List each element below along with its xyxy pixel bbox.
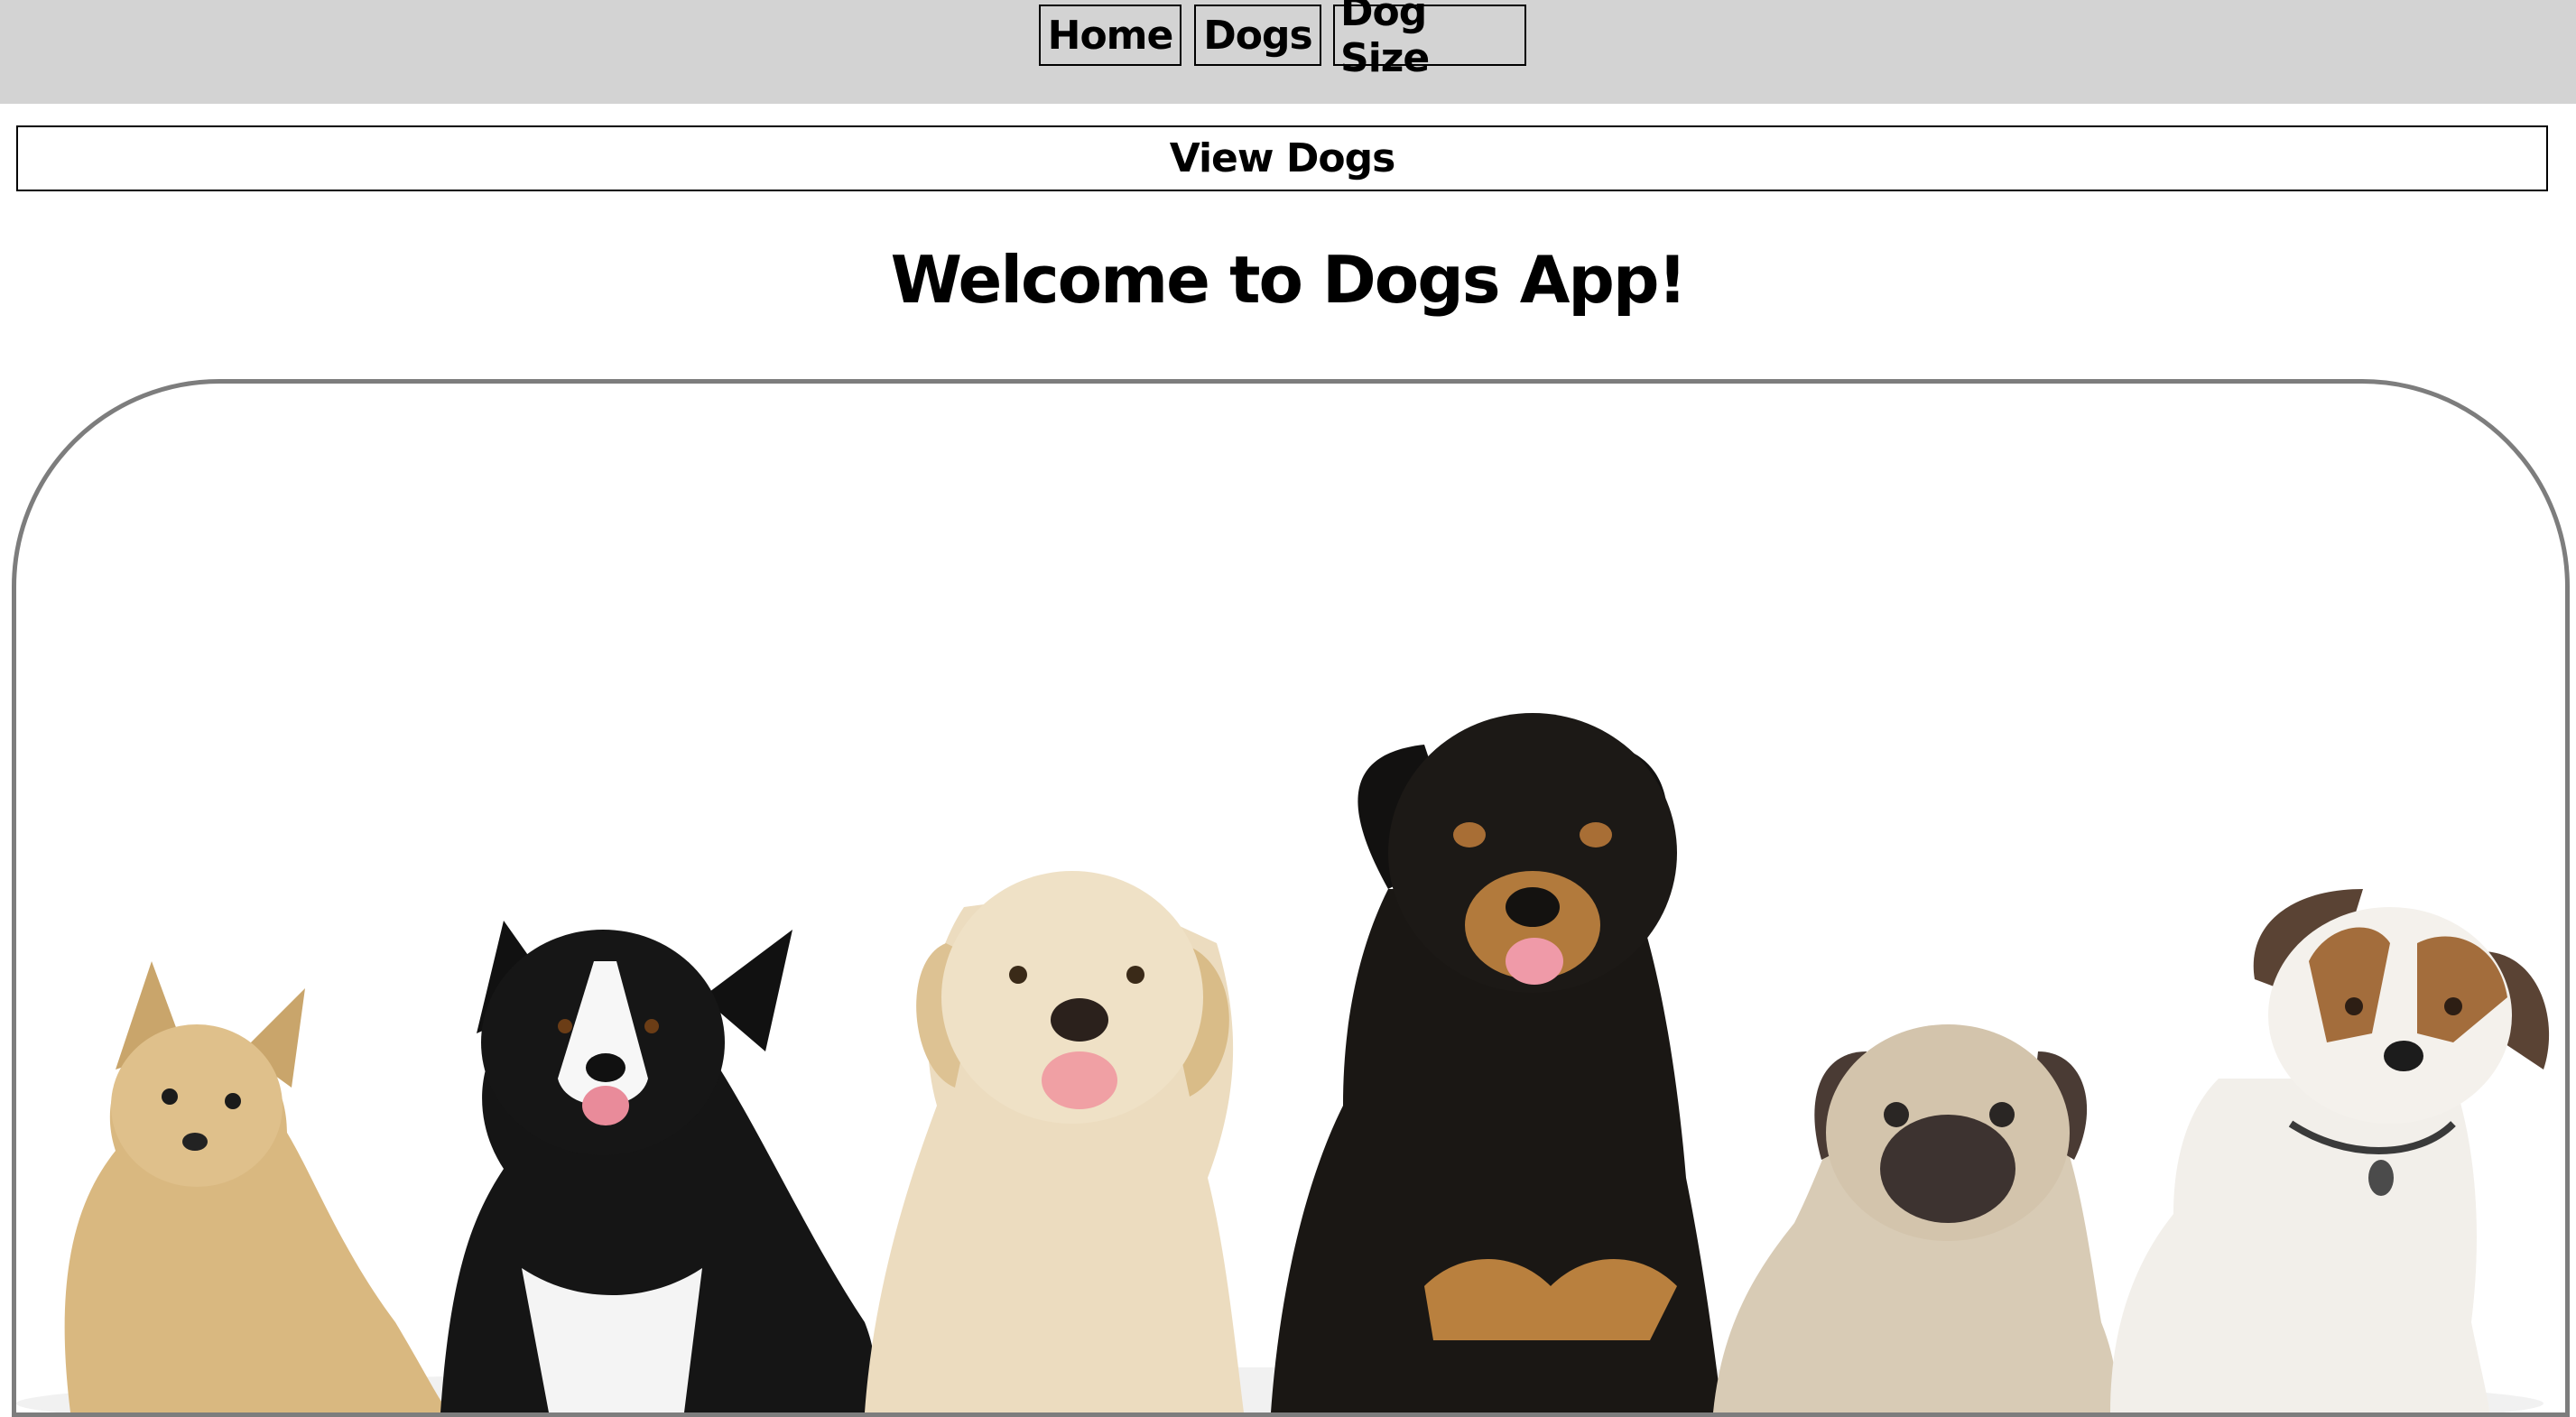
home-button[interactable]: Home <box>1039 5 1181 66</box>
navbar: Home Dogs Dog Size <box>0 0 2576 104</box>
pug-dog <box>1713 1024 2117 1412</box>
golden-retriever-dog <box>865 871 1244 1412</box>
dogs-hero-image <box>12 379 2570 1417</box>
jack-russell-dog <box>2110 889 2550 1412</box>
dogs-button[interactable]: Dogs <box>1194 5 1321 66</box>
view-dogs-button[interactable]: View Dogs <box>16 125 2548 191</box>
page-title: Welcome to Dogs App! <box>890 242 1688 318</box>
rottweiler-dog <box>1271 713 1722 1412</box>
dog-size-button[interactable]: Dog Size <box>1333 0 1526 81</box>
border-collie-dog <box>440 921 876 1412</box>
dogs-illustration <box>16 713 2550 1412</box>
yorkie-dog <box>64 961 449 1412</box>
